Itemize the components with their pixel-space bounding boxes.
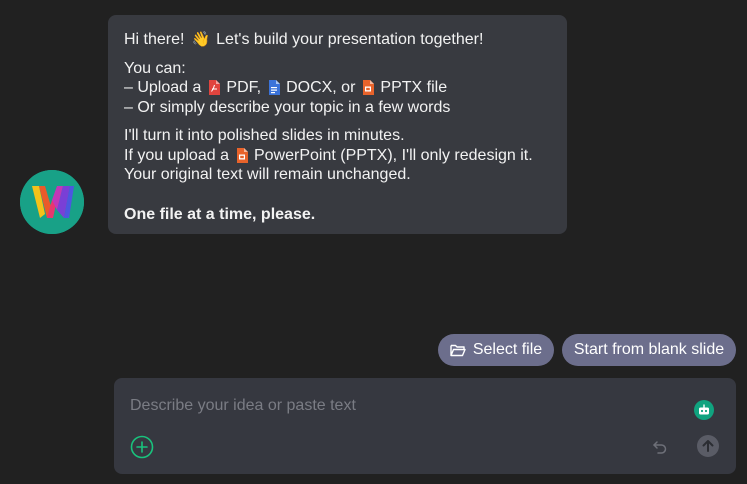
message-composer: [114, 378, 736, 474]
pdf-label: PDF,: [226, 79, 262, 96]
greeting-rest-text: Let's build your presentation together!: [216, 31, 484, 48]
arrow-up-icon[interactable]: [697, 435, 719, 457]
assistant-avatar: [20, 170, 84, 234]
blank-slide-label: Start from blank slide: [573, 341, 725, 358]
upload-pp-prefix: If you upload a: [124, 146, 229, 164]
pptx-label: PPTX file: [380, 79, 448, 96]
docx-file-icon: [269, 80, 281, 96]
upload-pp-line: If you upload a PowerPoint (PPTX), I'll …: [124, 146, 551, 166]
describe-text: – Or simply describe your topic in a few…: [124, 98, 451, 116]
logo-w-icon: [20, 170, 84, 234]
upload-prefix-text: – Upload a: [124, 79, 202, 96]
one-file-text: One file at a time, please.: [124, 205, 316, 223]
unchanged-text: Your original text will remain unchanged…: [124, 166, 411, 183]
pptx-file-icon: [363, 80, 375, 96]
wave-emoji: 👋: [191, 31, 211, 48]
one-file-line: One file at a time, please.: [124, 205, 551, 225]
chat-page: Hi there! 👋 Let's build your presentatio…: [0, 0, 747, 484]
upload-pp-rest: PowerPoint (PPTX), I'll only redesign it…: [253, 146, 533, 164]
prompt-input[interactable]: [130, 395, 670, 417]
blank-slide-button[interactable]: Start from blank slide: [562, 334, 736, 366]
assistant-message: Hi there! 👋 Let's build your presentatio…: [108, 15, 567, 234]
bot-icon[interactable]: [694, 400, 714, 420]
turn-line: I'll turn it into polished slides in min…: [124, 126, 551, 146]
turn-text: I'll turn it into polished slides in min…: [124, 127, 405, 144]
select-file-label: Select file: [472, 341, 543, 358]
select-file-button[interactable]: Select file: [438, 334, 554, 366]
you-can-line: You can:: [124, 59, 551, 79]
you-can-text: You can:: [124, 59, 186, 77]
plus-circle-icon[interactable]: [130, 435, 154, 459]
pptx-file-icon: [236, 147, 248, 163]
upload-line: – Upload a PDF, DOCX, or PPTX file: [124, 78, 551, 98]
pdf-file-icon: [209, 80, 221, 96]
unchanged-line: Your original text will remain unchanged…: [124, 165, 551, 185]
describe-line: – Or simply describe your topic in a few…: [124, 98, 551, 118]
greeting-line: Hi there! 👋 Let's build your presentatio…: [124, 30, 551, 50]
undo-icon[interactable]: [651, 438, 669, 456]
greeting-text: Hi there!: [124, 31, 185, 48]
docx-label: DOCX, or: [286, 79, 356, 96]
folder-open-icon: [450, 344, 466, 357]
